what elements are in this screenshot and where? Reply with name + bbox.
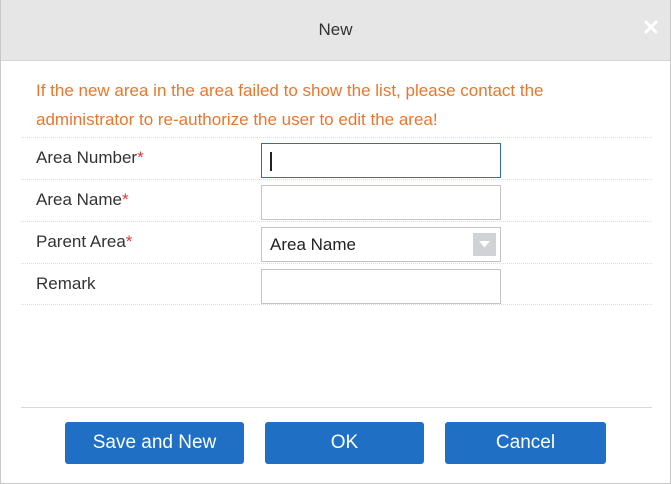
- form-row-parent-area: Parent Area* Area Name: [21, 221, 652, 263]
- text-caret: [270, 152, 272, 171]
- required-marker: *: [137, 148, 144, 167]
- parent-area-selected-value: Area Name: [270, 235, 356, 254]
- area-number-label-text: Area Number: [36, 148, 138, 167]
- remark-input[interactable]: [261, 269, 501, 304]
- cancel-button[interactable]: Cancel: [445, 422, 606, 464]
- parent-area-label-text: Parent Area: [36, 232, 126, 251]
- ok-button[interactable]: OK: [265, 422, 424, 464]
- new-area-dialog: New If the new area in the area failed t…: [0, 0, 671, 484]
- area-name-input[interactable]: [261, 185, 501, 220]
- close-icon[interactable]: [640, 16, 662, 38]
- parent-area-select[interactable]: Area Name: [261, 227, 501, 262]
- area-number-label: Area Number*: [36, 148, 144, 168]
- footer-divider: [21, 407, 652, 408]
- area-name-label: Area Name*: [36, 190, 129, 210]
- dialog-titlebar: New: [1, 0, 670, 61]
- chevron-down-icon[interactable]: [473, 233, 496, 256]
- area-name-label-text: Area Name: [36, 190, 122, 209]
- parent-area-label: Parent Area*: [36, 232, 132, 252]
- required-marker: *: [125, 232, 133, 251]
- remark-label: Remark: [36, 274, 96, 294]
- form-row-area-number: Area Number*: [21, 137, 652, 179]
- form-row-remark: Remark: [21, 263, 652, 305]
- dialog-title: New: [318, 20, 353, 39]
- required-marker: *: [121, 190, 129, 209]
- remark-label-text: Remark: [36, 274, 96, 293]
- save-and-new-button[interactable]: Save and New: [65, 422, 244, 464]
- area-number-input[interactable]: [261, 143, 501, 178]
- notice-message: If the new area in the area failed to sh…: [36, 81, 544, 129]
- form-row-area-name: Area Name*: [21, 179, 652, 221]
